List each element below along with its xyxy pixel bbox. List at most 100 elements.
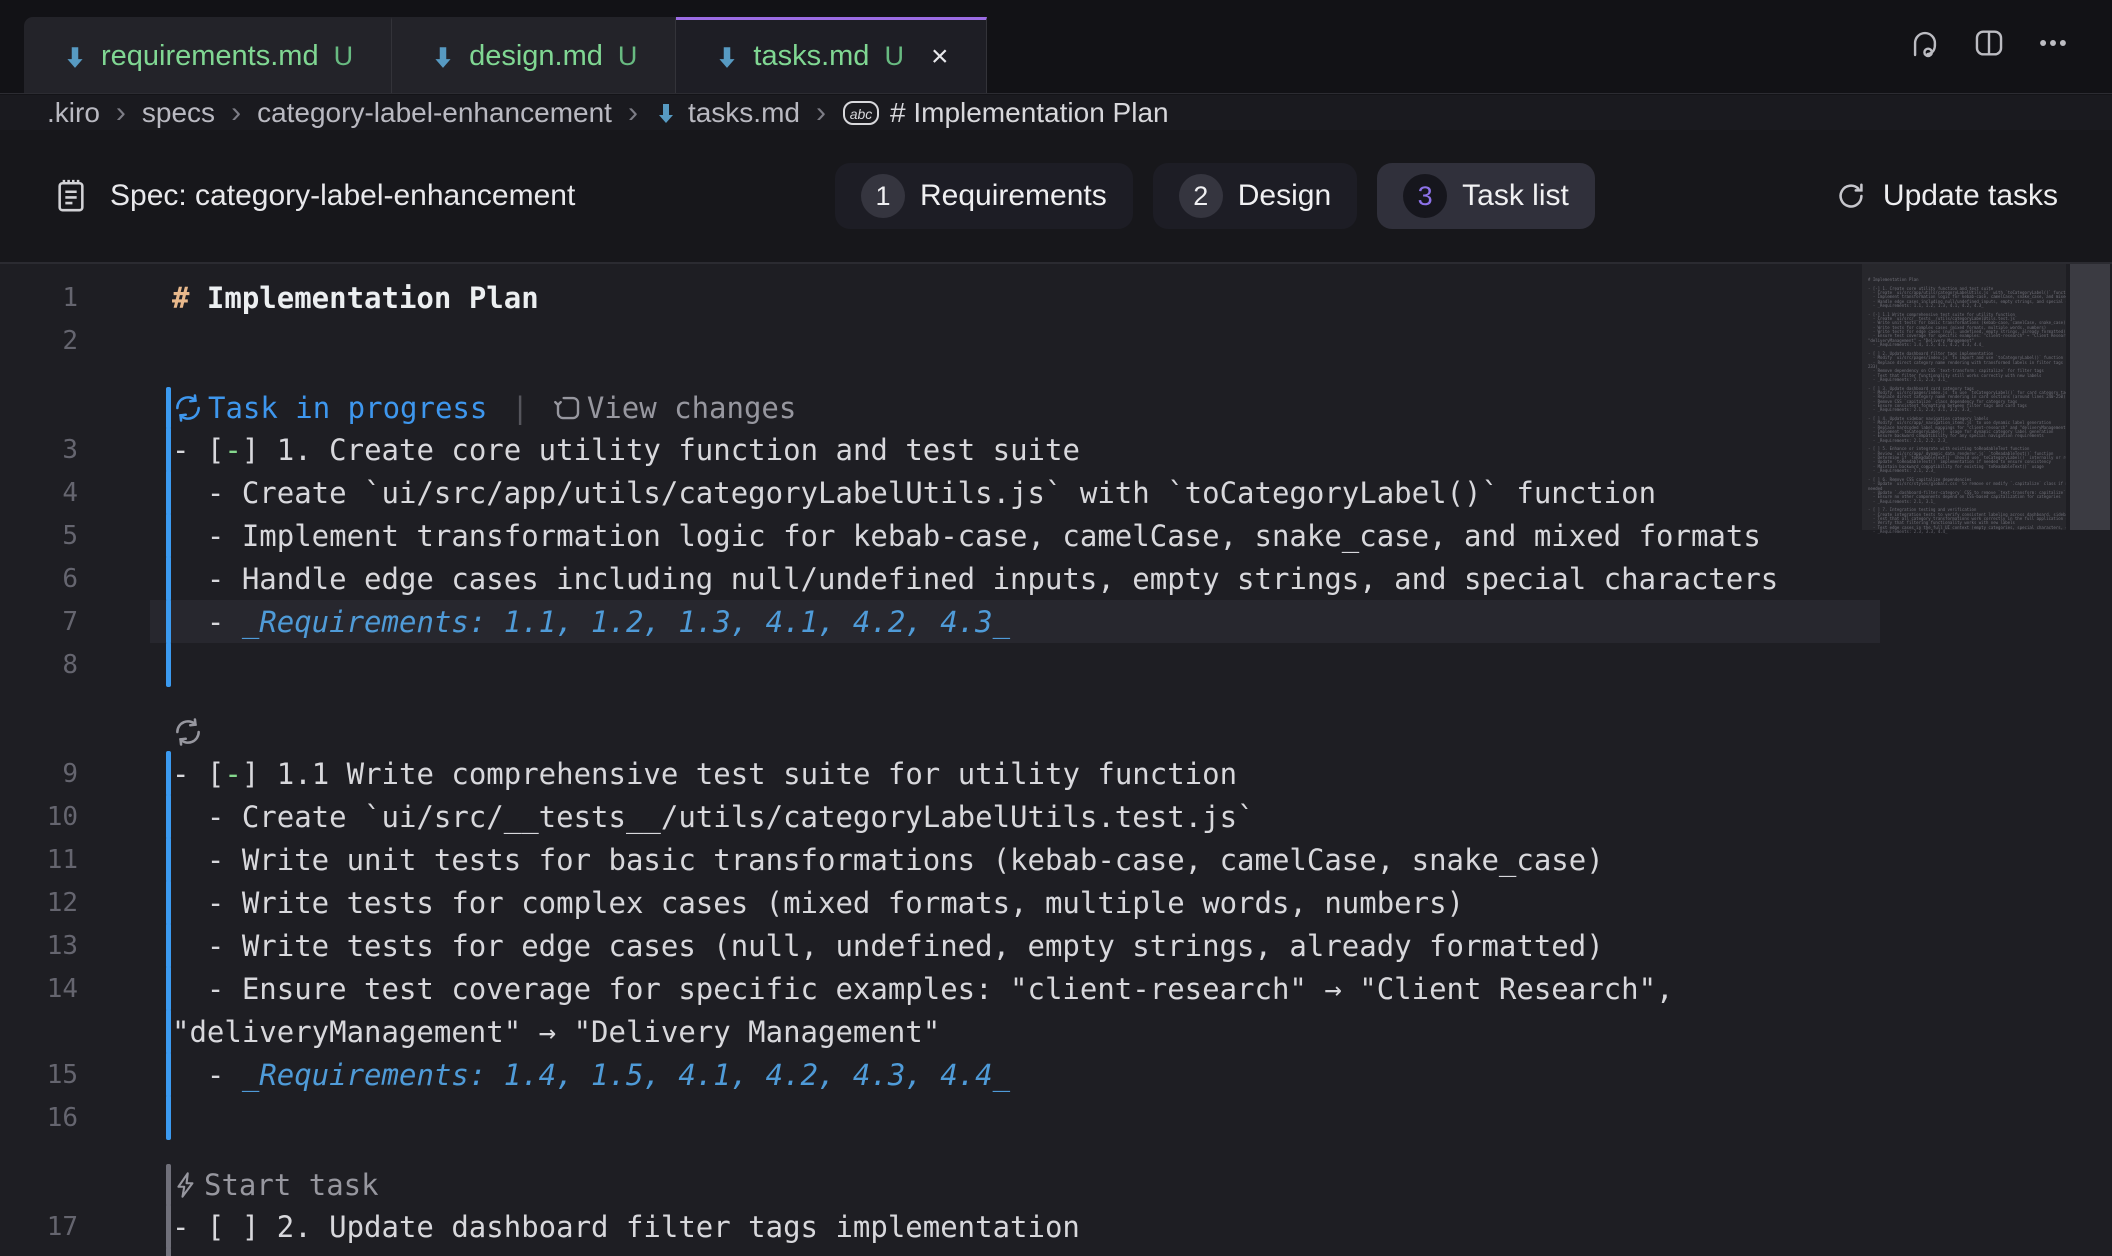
line-number: 1	[0, 283, 78, 313]
task-section-bar	[166, 1095, 171, 1140]
markdown-file-icon	[714, 44, 740, 70]
line-number: 11	[0, 845, 78, 875]
code-text: - [-] 1.1 Write comprehensive test suite…	[78, 757, 1237, 791]
step-task-list[interactable]: 3 Task list	[1377, 163, 1595, 229]
code-line: 3- [-] 1. Create core utility function a…	[0, 428, 2112, 471]
line-number: 4	[0, 478, 78, 508]
vertical-scrollbar[interactable]	[2068, 264, 2112, 1256]
code-line: 14 - Ensure test coverage for specific e…	[0, 967, 2112, 1010]
line-number: 7	[0, 607, 78, 637]
tab-design[interactable]: design.md U	[392, 17, 676, 93]
breadcrumb-item[interactable]: .kiro	[47, 97, 100, 129]
code-text: - Modify `ui/src/pages/index.js` to impo…	[78, 1253, 1586, 1256]
codelens-separator: |	[511, 391, 528, 425]
code-line: 5 - Implement transformation logic for k…	[0, 514, 2112, 557]
breadcrumb-item-symbol[interactable]: abc # Implementation Plan	[842, 97, 1169, 129]
codelens-start-task[interactable]: Start task	[172, 1168, 379, 1202]
code-line: 6 - Handle edge cases including null/und…	[0, 557, 2112, 600]
code-line: 2	[0, 319, 2112, 362]
breadcrumb-item[interactable]: specs	[142, 97, 215, 129]
line-number: 14	[0, 974, 78, 1004]
line-number: 6	[0, 564, 78, 594]
code-line: 12 - Write tests for complex cases (mixe…	[0, 881, 2112, 924]
update-tasks-button[interactable]: Update tasks	[1835, 130, 2058, 262]
spec-steps: 1 Requirements 2 Design 3 Task list	[835, 163, 1595, 229]
code-line: 10 - Create `ui/src/__tests__/utils/cate…	[0, 795, 2112, 838]
editor-spacer	[0, 362, 2112, 388]
step-number-badge: 1	[861, 174, 905, 218]
split-editor-icon[interactable]	[1972, 26, 2006, 60]
tab-strip: requirements.md U design.md U tasks.md U…	[24, 17, 987, 93]
chevron-right-icon: ›	[116, 96, 126, 130]
code-line: 15 - _Requirements: 1.4, 1.5, 4.1, 4.2, …	[0, 1053, 2112, 1096]
code-line: 11 - Write unit tests for basic transfor…	[0, 838, 2112, 881]
code-line: 16	[0, 1096, 2112, 1139]
codelens-row: Task in progress | View changes	[0, 388, 2112, 428]
markdown-file-icon	[654, 101, 678, 125]
abc-symbol-icon: abc	[842, 99, 880, 127]
code-text: - Create `ui/src/__tests__/utils/categor…	[78, 800, 1255, 834]
code-text: - _Requirements: 1.1, 1.2, 1.3, 4.1, 4.2…	[78, 605, 1010, 639]
git-status-badge: U	[334, 41, 354, 72]
scrollbar-thumb[interactable]	[2070, 264, 2110, 530]
step-design[interactable]: 2 Design	[1153, 163, 1357, 229]
git-status-badge: U	[884, 41, 904, 72]
breadcrumb-item[interactable]: category-label-enhancement	[257, 97, 612, 129]
editor-spacer	[0, 686, 2112, 712]
breadcrumb-item-file[interactable]: tasks.md	[654, 97, 800, 129]
step-number-badge: 2	[1179, 174, 1223, 218]
code-text: - _Requirements: 1.4, 1.5, 4.1, 4.2, 4.3…	[78, 1058, 1010, 1092]
spec-bar: Spec: category-label-enhancement 1 Requi…	[0, 130, 2112, 264]
code-line: 17- [ ] 2. Update dashboard filter tags …	[0, 1205, 2112, 1248]
step-requirements[interactable]: 1 Requirements	[835, 163, 1133, 229]
code-line: 1# Implementation Plan	[0, 276, 2112, 319]
code-text: # Implementation Plan	[78, 281, 539, 315]
line-number: 12	[0, 888, 78, 918]
tab-bar: requirements.md U design.md U tasks.md U…	[0, 0, 2112, 94]
chevron-right-icon: ›	[816, 96, 826, 130]
tab-requirements[interactable]: requirements.md U	[24, 17, 392, 93]
codelens-sync-icon[interactable]	[172, 716, 208, 748]
chevron-right-icon: ›	[231, 96, 241, 130]
close-icon[interactable]: ×	[931, 42, 949, 72]
codelens-task-in-progress[interactable]: Task in progress	[172, 391, 487, 425]
codelens-view-changes[interactable]: View changes	[553, 391, 797, 425]
line-number: 13	[0, 931, 78, 961]
tab-label: tasks.md	[753, 40, 869, 73]
tab-label: requirements.md	[101, 40, 319, 73]
code-text: - [-] 1. Create core utility function an…	[78, 433, 1080, 467]
tab-label: design.md	[469, 40, 603, 73]
editor-spacer	[0, 1139, 2112, 1165]
code-text: - Write tests for edge cases (null, unde…	[78, 929, 1604, 963]
minimap-slider[interactable]	[1862, 264, 2066, 530]
markdown-file-icon	[62, 44, 88, 70]
codelens-row	[0, 712, 2112, 752]
line-number: 3	[0, 435, 78, 465]
line-number: 17	[0, 1212, 78, 1242]
kiro-ghost-icon[interactable]	[1908, 26, 1942, 60]
code-text: - Handle edge cases including null/undef…	[78, 562, 1778, 596]
editor[interactable]: 1# Implementation Plan2Task in progress|…	[0, 264, 2112, 1256]
code-text: - [ ] 2. Update dashboard filter tags im…	[78, 1210, 1080, 1244]
spec-title: Spec: category-label-enhancement	[54, 130, 575, 262]
code-line: "deliveryManagement" → "Delivery Managem…	[0, 1010, 2112, 1053]
line-number: 10	[0, 802, 78, 832]
code-area: 1# Implementation Plan2Task in progress|…	[0, 264, 2112, 1256]
spec-clipboard-icon	[54, 177, 88, 215]
more-actions-icon[interactable]	[2036, 26, 2070, 60]
line-number: 15	[0, 1060, 78, 1090]
code-line: 18 - Modify `ui/src/pages/index.js` to i…	[0, 1248, 2112, 1256]
git-status-badge: U	[618, 41, 638, 72]
code-text: - Ensure test coverage for specific exam…	[78, 972, 1674, 1006]
code-text: - Write unit tests for basic transformat…	[78, 843, 1604, 877]
code-line: 7 - _Requirements: 1.1, 1.2, 1.3, 4.1, 4…	[0, 600, 2112, 643]
code-line: 8	[0, 643, 2112, 686]
markdown-file-icon	[430, 44, 456, 70]
code-text: - Implement transformation logic for keb…	[78, 519, 1761, 553]
chevron-right-icon: ›	[628, 96, 638, 130]
tab-tasks[interactable]: tasks.md U ×	[676, 17, 987, 93]
code-line: 9- [-] 1.1 Write comprehensive test suit…	[0, 752, 2112, 795]
line-number: 5	[0, 521, 78, 551]
minimap[interactable]: # Implementation Plan - [-] 1. Create co…	[1862, 264, 2066, 1256]
step-number-badge: 3	[1403, 174, 1447, 218]
